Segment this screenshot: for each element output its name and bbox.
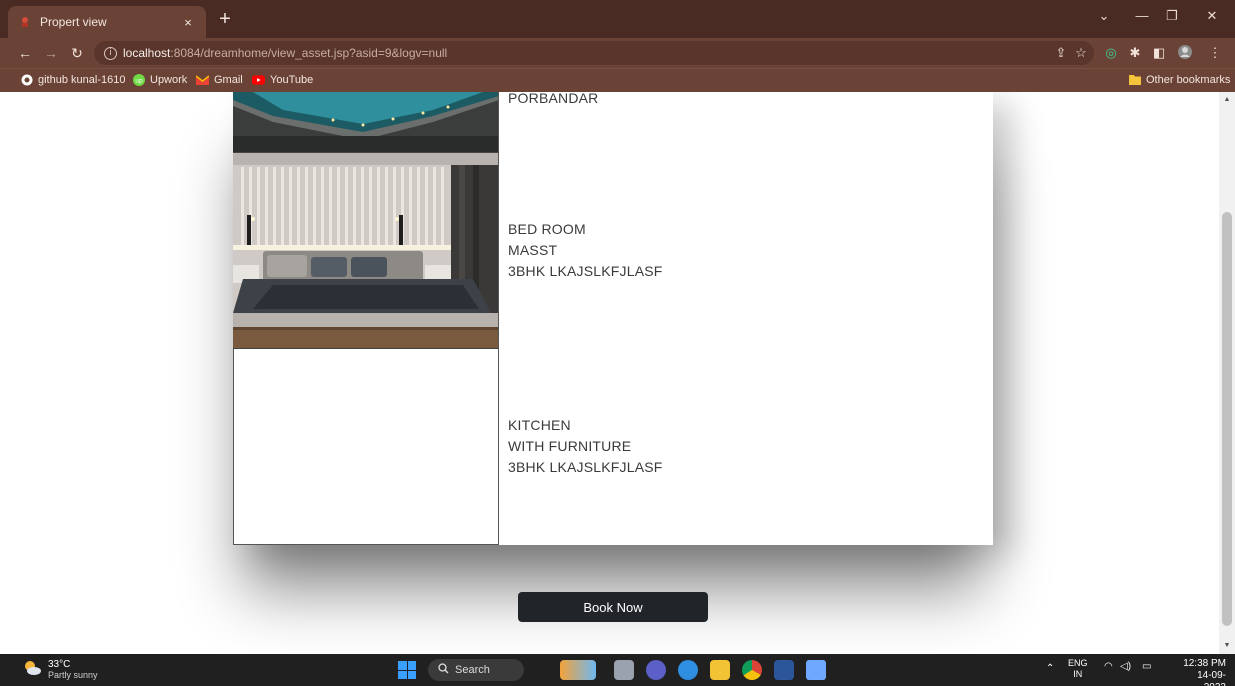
virtualbox-app-icon[interactable] [806, 660, 826, 680]
search-label: Search [455, 664, 490, 676]
widgets-app-icon[interactable] [560, 660, 596, 680]
bookmark-upwork[interactable]: up Upwork [132, 73, 187, 86]
restore-icon[interactable]: ❐ [1160, 8, 1184, 24]
upwork-icon: up [132, 73, 145, 86]
browser-toolbar: ← → ↻ i localhost:8084/dreamhome/view_as… [0, 38, 1235, 68]
weather-widget[interactable]: 33°C Partly sunny [22, 659, 98, 680]
asset-line: WITH FURNITURE [508, 438, 632, 454]
asset-table: PORBANDAR BED ROOM MASST 3BHK LKAJSLKFJL… [233, 92, 993, 545]
extension-icon[interactable]: ◎ [1102, 44, 1120, 62]
language-bottom: IN [1073, 669, 1083, 679]
tab-search-icon[interactable]: ⌄ [1092, 8, 1116, 24]
minimize-icon[interactable]: — [1130, 8, 1154, 23]
asset-text-2: BED ROOM MASST 3BHK LKAJSLKFJLASF [508, 219, 663, 282]
page-scrollbar[interactable]: ▲ ▼ [1219, 92, 1235, 654]
bookmark-label: YouTube [270, 73, 314, 86]
weather-condition: Partly sunny [48, 670, 98, 680]
extensions-puzzle-icon[interactable]: ✱ [1126, 44, 1144, 62]
close-window-icon[interactable]: ✕ [1200, 8, 1224, 24]
windows-taskbar: 33°C Partly sunny Search ⌃ ENG IN ◠ ◁) ▭… [0, 654, 1235, 686]
clock-time: 12:38 PM [1183, 658, 1226, 669]
chrome-browser-icon[interactable] [742, 660, 762, 680]
show-hidden-icons-icon[interactable]: ⌃ [1046, 663, 1054, 674]
folder-icon [1128, 73, 1141, 86]
new-tab-button[interactable]: + [214, 9, 236, 31]
side-panel-icon[interactable]: ◧ [1150, 44, 1168, 62]
asset-image-pool [233, 92, 499, 153]
forward-icon[interactable]: → [42, 44, 60, 62]
bookmark-star-icon[interactable]: ☆ [1072, 44, 1090, 62]
asset-line: BED ROOM [508, 221, 586, 237]
asset-text-1: PORBANDAR [508, 92, 598, 109]
asset-image-kitchen [233, 349, 499, 545]
volume-icon[interactable]: ◁) [1120, 661, 1131, 672]
profile-avatar-icon[interactable] [1176, 44, 1194, 62]
bookmarks-bar: github kunal-1610 up Upwork Gmail YouTub… [0, 68, 1235, 92]
bookmark-label: Upwork [150, 73, 188, 86]
language-top: ENG [1068, 658, 1088, 668]
weather-temperature: 33°C [48, 659, 71, 670]
asset-text-3: KITCHEN WITH FURNITURE 3BHK LKAJSLKFJLAS… [508, 415, 663, 478]
asset-line: 3BHK LKAJSLKFJLASF [508, 263, 663, 279]
taskbar-clock[interactable]: 12:38 PM 14-09-2023 [1180, 658, 1226, 686]
bookmark-youtube[interactable]: YouTube [252, 73, 313, 86]
edge-browser-icon[interactable] [678, 660, 698, 680]
site-info-icon[interactable]: i [104, 46, 117, 60]
github-icon [20, 73, 33, 86]
share-icon[interactable]: ⇪ [1052, 44, 1070, 62]
youtube-icon [252, 73, 265, 86]
language-indicator[interactable]: ENG IN [1068, 658, 1088, 680]
address-bar[interactable]: i localhost:8084/dreamhome/view_asset.js… [94, 41, 1094, 65]
reload-icon[interactable]: ↻ [68, 44, 86, 62]
asset-line: MASST [508, 242, 558, 258]
bookmark-label: Gmail [214, 73, 243, 86]
scroll-thumb[interactable] [1222, 212, 1232, 626]
search-icon [438, 663, 449, 677]
taskbar-search[interactable]: Search [428, 659, 524, 681]
browser-tab[interactable]: Propert view × [8, 6, 206, 38]
asset-line: PORBANDAR [508, 92, 599, 106]
clock-date: 14-09-2023 [1197, 670, 1226, 686]
browser-menu-icon[interactable]: ⋮ [1206, 44, 1224, 62]
bookmark-github[interactable]: github kunal-1610 [20, 73, 125, 86]
teams-chat-icon[interactable] [646, 660, 666, 680]
other-bookmarks-label: Other bookmarks [1146, 73, 1231, 86]
weather-sun-icon [22, 659, 42, 680]
back-icon[interactable]: ← [16, 44, 34, 62]
file-explorer-icon[interactable] [710, 660, 730, 680]
bookmark-gmail[interactable]: Gmail [196, 73, 243, 86]
site-favicon-icon [18, 15, 32, 29]
gmail-icon [196, 73, 209, 86]
browser-tab-strip: Propert view × + ⌄ — ❐ ✕ [0, 0, 1235, 38]
wifi-icon[interactable]: ◠ [1104, 661, 1113, 672]
tab-close-icon[interactable]: × [180, 15, 196, 30]
scroll-down-icon[interactable]: ▼ [1222, 641, 1232, 651]
book-now-button[interactable]: Book Now [518, 592, 708, 622]
url-host: localhost [123, 46, 171, 60]
battery-icon[interactable]: ▭ [1142, 661, 1151, 672]
url-path: :8084/dreamhome/view_asset.jsp?asid=9&lo… [170, 46, 448, 60]
svg-text:up: up [135, 77, 143, 84]
asset-line: 3BHK LKAJSLKFJLASF [508, 459, 663, 475]
asset-image-bedroom [233, 153, 499, 349]
other-bookmarks[interactable]: Other bookmarks [1128, 73, 1230, 86]
tab-title: Propert view [40, 15, 107, 29]
asset-line: KITCHEN [508, 417, 571, 433]
bookmark-label: github kunal-1610 [38, 73, 126, 86]
scroll-up-icon[interactable]: ▲ [1222, 95, 1232, 105]
page-viewport: PORBANDAR BED ROOM MASST 3BHK LKAJSLKFJL… [0, 92, 1235, 654]
word-app-icon[interactable] [774, 660, 794, 680]
task-view-icon[interactable] [614, 660, 634, 680]
windows-start-icon[interactable] [398, 661, 416, 679]
